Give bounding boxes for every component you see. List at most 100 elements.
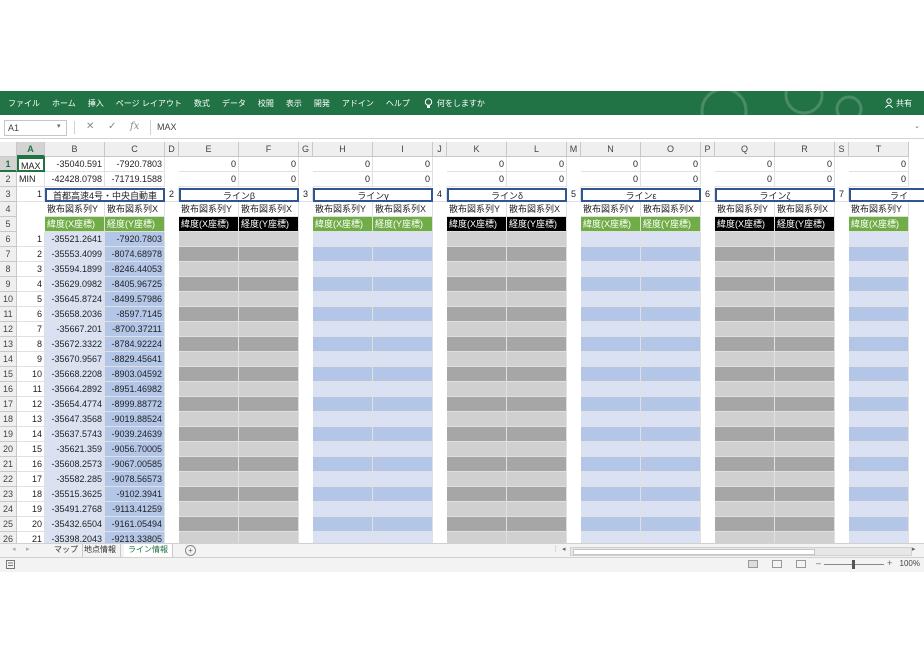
row-header-6[interactable]: 6 [0,232,17,247]
column-header-q[interactable]: Q [715,142,775,157]
empty-data-cell[interactable] [581,352,641,367]
column-header-o[interactable]: O [641,142,701,157]
tab-review[interactable]: 校閲 [258,98,274,109]
empty-data-cell[interactable] [239,367,299,382]
empty-data-cell[interactable] [849,382,909,397]
tab-page-layout[interactable]: ページ レイアウト [116,98,182,109]
lng-value[interactable]: -9161.05494 [105,517,165,532]
empty-data-cell[interactable] [179,262,239,277]
empty-data-cell[interactable] [373,382,433,397]
empty-data-cell[interactable] [447,427,507,442]
empty-data-cell[interactable] [373,427,433,442]
empty-data-cell[interactable] [239,427,299,442]
empty-data-cell[interactable] [313,517,373,532]
horizontal-scrollbar[interactable] [570,547,912,556]
row-header-18[interactable]: 18 [0,412,17,427]
column-header-c[interactable]: C [105,142,165,157]
empty-data-cell[interactable] [775,472,835,487]
empty-data-cell[interactable] [715,472,775,487]
empty-data-cell[interactable] [581,517,641,532]
empty-data-cell[interactable] [849,247,909,262]
empty-data-cell[interactable] [507,382,567,397]
row-index[interactable]: 3 [17,262,45,277]
empty-data-cell[interactable] [179,382,239,397]
column-header-r[interactable]: R [775,142,835,157]
empty-data-cell[interactable] [239,352,299,367]
empty-data-cell[interactable] [373,337,433,352]
lng-value[interactable]: -8074.68978 [105,247,165,262]
tab-view[interactable]: 表示 [286,98,302,109]
row-header-21[interactable]: 21 [0,457,17,472]
series-y-header-2[interactable]: 散布図系列Y [179,202,239,217]
lat-value[interactable]: -35668.2208 [45,367,105,382]
empty-data-cell[interactable] [313,397,373,412]
empty-data-cell[interactable] [715,442,775,457]
page-layout-view-icon[interactable] [772,560,782,568]
empty-data-cell[interactable] [447,322,507,337]
route-number-3[interactable]: 3 [299,187,313,202]
route-name-box-5[interactable]: ラインε [581,188,701,202]
lng-value[interactable]: -8246.44053 [105,262,165,277]
add-sheet-icon[interactable]: + [185,545,196,556]
empty-data-cell[interactable] [179,322,239,337]
empty-data-cell[interactable] [849,472,909,487]
empty-data-cell[interactable] [507,517,567,532]
empty-data-cell[interactable] [641,442,701,457]
cell-h2[interactable]: 0 [313,172,373,187]
empty-data-cell[interactable] [447,277,507,292]
lng-value[interactable]: -8499.57986 [105,292,165,307]
empty-data-cell[interactable] [507,367,567,382]
next-sheet-icon[interactable]: ▸ [26,545,30,553]
empty-data-cell[interactable] [239,532,299,543]
empty-data-cell[interactable] [715,517,775,532]
route-name-box-2[interactable]: ラインβ [179,188,299,202]
empty-data-cell[interactable] [373,277,433,292]
lat-value[interactable]: -35672.3322 [45,337,105,352]
empty-data-cell[interactable] [715,232,775,247]
row-index[interactable]: 21 [17,532,45,543]
empty-data-cell[interactable] [849,502,909,517]
chevron-down-icon[interactable]: ▾ [57,122,61,130]
empty-data-cell[interactable] [775,247,835,262]
lng-value[interactable]: -8829.45641 [105,352,165,367]
empty-data-cell[interactable] [447,517,507,532]
empty-data-cell[interactable] [239,337,299,352]
empty-data-cell[interactable] [179,292,239,307]
tab-insert[interactable]: 挿入 [88,98,104,109]
cell-i2[interactable]: 0 [373,172,433,187]
empty-data-cell[interactable] [507,247,567,262]
row-index[interactable]: 15 [17,442,45,457]
empty-data-cell[interactable] [313,382,373,397]
empty-data-cell[interactable] [715,382,775,397]
lat-value[interactable]: -35654.4774 [45,397,105,412]
empty-data-cell[interactable] [641,247,701,262]
empty-data-cell[interactable] [313,307,373,322]
series-x-header-2[interactable]: 散布図系列X [239,202,299,217]
column-header-h[interactable]: H [313,142,373,157]
empty-data-cell[interactable] [849,352,909,367]
route-name-box-1[interactable]: 首都高速4号・中央自動車 [45,188,165,202]
empty-data-cell[interactable] [507,337,567,352]
empty-data-cell[interactable] [507,322,567,337]
row-header-3[interactable]: 3 [0,187,17,202]
lat-value[interactable]: -35647.3568 [45,412,105,427]
empty-data-cell[interactable] [775,457,835,472]
empty-data-cell[interactable] [775,277,835,292]
empty-data-cell[interactable] [849,367,909,382]
formula-input[interactable]: MAX [150,120,923,135]
empty-data-cell[interactable] [447,247,507,262]
empty-data-cell[interactable] [581,367,641,382]
empty-data-cell[interactable] [313,322,373,337]
empty-data-cell[interactable] [447,382,507,397]
empty-data-cell[interactable] [447,502,507,517]
lng-value[interactable]: -8405.96725 [105,277,165,292]
route-name-box-7[interactable]: ライ [849,188,924,202]
empty-data-cell[interactable] [775,532,835,543]
empty-data-cell[interactable] [715,262,775,277]
empty-data-cell[interactable] [775,382,835,397]
empty-data-cell[interactable] [447,487,507,502]
tab-addins[interactable]: アドイン [342,98,374,109]
empty-data-cell[interactable] [581,442,641,457]
lng-value[interactable]: -8951.46982 [105,382,165,397]
empty-data-cell[interactable] [715,337,775,352]
